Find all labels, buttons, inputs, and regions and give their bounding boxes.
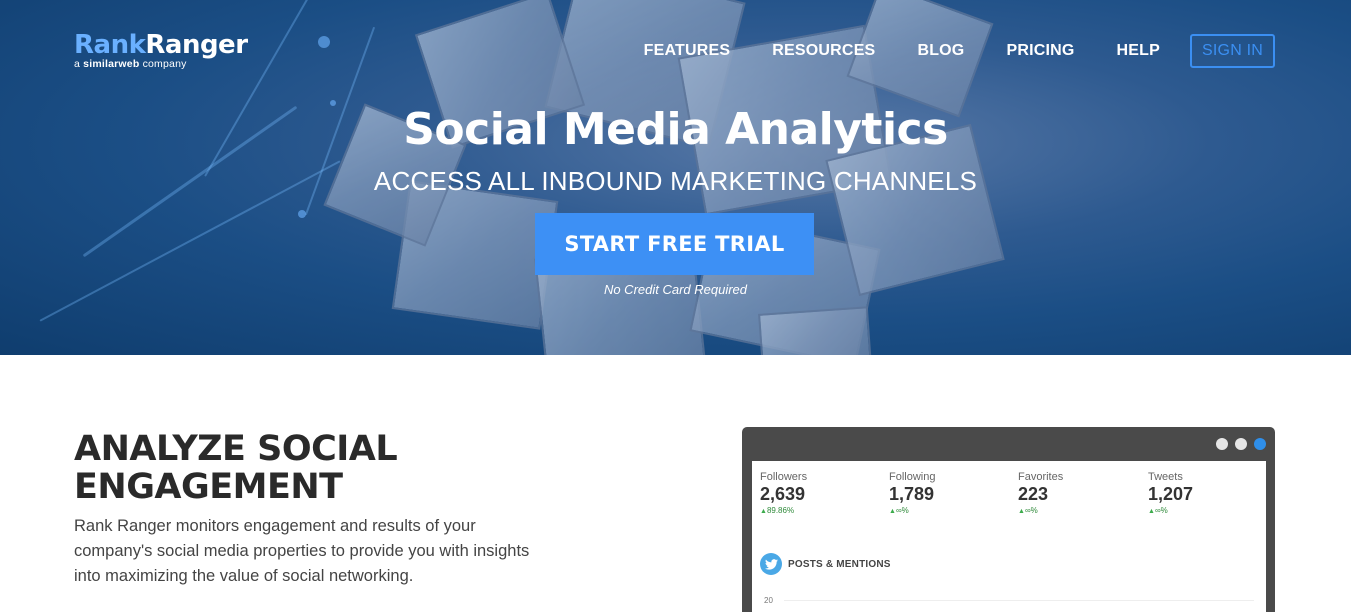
posts-mentions-label: POSTS & MENTIONS xyxy=(788,558,891,570)
chart-gridline xyxy=(784,600,1254,601)
dashboard-panel: Followers 2,639 ▲89.86% Following 1,789 … xyxy=(752,461,1266,612)
stat-followers: Followers 2,639 ▲89.86% xyxy=(760,471,880,515)
section-title: ANALYZE SOCIAL ENGAGEMENT xyxy=(74,430,494,506)
stat-label: Favorites xyxy=(1018,471,1064,483)
stat-change: ▲89.86% xyxy=(760,506,795,515)
logo-ranger-text: Ranger xyxy=(145,30,248,60)
stat-label: Tweets xyxy=(1148,471,1183,483)
up-arrow-icon: ▲ xyxy=(760,508,767,515)
hero-subtitle: ACCESS ALL INBOUND MARKETING CHANNELS xyxy=(373,166,978,196)
main-nav: FEATURES RESOURCES BLOG PRICING HELP SIG… xyxy=(602,34,1275,68)
stat-label: Followers xyxy=(760,471,808,483)
up-arrow-icon: ▲ xyxy=(1018,508,1025,515)
hero-banner: RankRanger a similarweb company FEATURES… xyxy=(0,0,1351,355)
cta-note: No Credit Card Required xyxy=(603,282,748,297)
chart-axis-tick: 20 xyxy=(764,596,773,605)
stat-value: 1,789 xyxy=(889,484,935,504)
stat-change: ▲∞% xyxy=(889,506,909,515)
stat-favorites: Favorites 223 ▲∞% xyxy=(1018,471,1138,515)
nav-help[interactable]: HELP xyxy=(1117,42,1160,60)
stat-tweets: Tweets 1,207 ▲∞% xyxy=(1148,471,1268,515)
dashboard-preview: Followers 2,639 ▲89.86% Following 1,789 … xyxy=(742,427,1275,612)
nav-features[interactable]: FEATURES xyxy=(644,42,731,60)
window-dot-1 xyxy=(1216,438,1228,450)
stat-label: Following xyxy=(889,471,936,483)
sign-in-button[interactable]: SIGN IN xyxy=(1190,34,1275,68)
stat-value: 1,207 xyxy=(1148,484,1194,504)
section-title-line1: ANALYZE SOCIAL xyxy=(74,429,398,469)
section-title-line2: ENGAGEMENT xyxy=(74,467,343,507)
stat-following: Following 1,789 ▲∞% xyxy=(889,471,1009,515)
start-free-trial-button[interactable]: START FREE TRIAL xyxy=(535,213,814,275)
window-controls xyxy=(1209,438,1266,450)
stat-change: ▲∞% xyxy=(1018,506,1038,515)
window-dot-2 xyxy=(1235,438,1247,450)
up-arrow-icon: ▲ xyxy=(889,508,896,515)
nav-pricing[interactable]: PRICING xyxy=(1006,42,1074,60)
hero-title: Social Media Analytics xyxy=(403,104,948,155)
posts-mentions-header: POSTS & MENTIONS xyxy=(760,553,891,575)
stat-value: 223 xyxy=(1018,484,1049,504)
stat-change: ▲∞% xyxy=(1148,506,1168,515)
section-description: Rank Ranger monitors engagement and resu… xyxy=(74,517,530,585)
up-arrow-icon: ▲ xyxy=(1148,508,1155,515)
nav-blog[interactable]: BLOG xyxy=(917,42,964,60)
twitter-bird-icon xyxy=(760,553,782,575)
logo-rank-text: Rank xyxy=(74,30,146,60)
nav-resources[interactable]: RESOURCES xyxy=(772,42,875,60)
rank-ranger-logo[interactable]: RankRanger a similarweb company xyxy=(74,30,248,70)
window-dot-3 xyxy=(1254,438,1266,450)
stat-value: 2,639 xyxy=(760,484,806,504)
